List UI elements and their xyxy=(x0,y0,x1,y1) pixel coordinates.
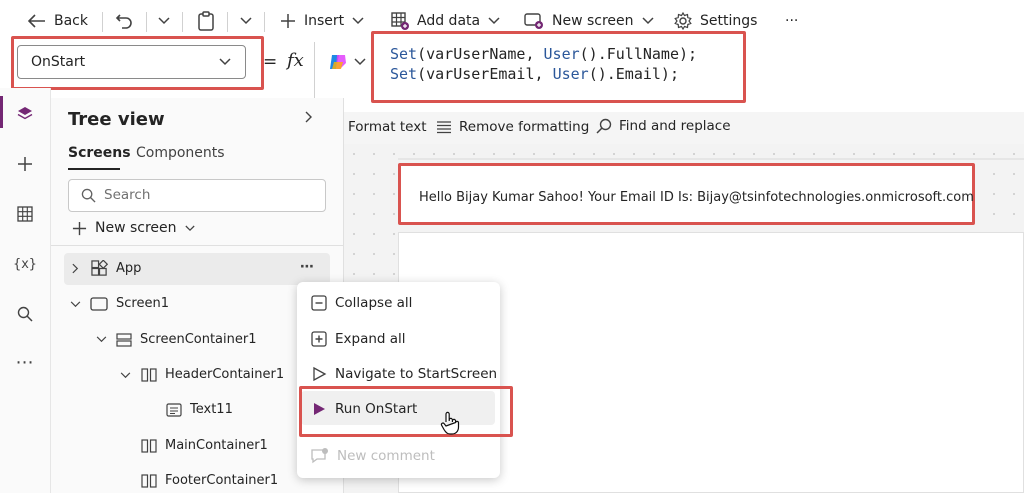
tab-screens[interactable]: Screens xyxy=(68,145,131,161)
undo-icon xyxy=(115,12,133,30)
menu-new-comment: New comment xyxy=(311,448,435,464)
search-icon xyxy=(17,306,33,322)
more-options-button[interactable]: ··· xyxy=(785,0,798,42)
app-icon xyxy=(91,260,108,277)
run-onstart-highlight-box xyxy=(299,386,513,437)
header-text-label[interactable]: Hello Bijay Kumar Sahoo! Your Email ID I… xyxy=(419,190,974,205)
equals-sign: = xyxy=(263,52,278,72)
chevron-down-icon[interactable] xyxy=(120,372,131,379)
tree-view-title: Tree view xyxy=(68,109,165,130)
tree-node-header-container[interactable]: HeaderContainer1 xyxy=(141,367,284,382)
rail-search[interactable] xyxy=(0,294,50,334)
horizontal-container-icon xyxy=(141,438,157,453)
app-more-options[interactable]: ⋯ xyxy=(300,259,314,275)
search-placeholder: Search xyxy=(104,187,151,203)
tree-new-screen-button[interactable]: New screen xyxy=(72,220,195,236)
expand-icon xyxy=(311,331,327,347)
rail-variables[interactable]: {x} xyxy=(0,244,50,284)
copilot-button[interactable] xyxy=(328,52,366,72)
clipboard-icon xyxy=(197,11,215,31)
tab-underline xyxy=(68,168,120,170)
chevron-down-icon xyxy=(642,17,654,25)
chevron-down-icon[interactable] xyxy=(70,301,81,308)
search-icon xyxy=(596,118,612,134)
play-outline-icon xyxy=(311,366,327,382)
chevron-down-icon xyxy=(352,17,364,25)
chevron-down-icon xyxy=(488,17,500,25)
more-icon: ⋯ xyxy=(15,351,35,373)
chevron-down-icon xyxy=(158,17,170,25)
hand-cursor-icon xyxy=(440,411,460,435)
vertical-container-icon xyxy=(116,332,132,347)
canvas-top-edge xyxy=(398,158,1024,160)
gear-icon xyxy=(674,12,692,30)
chevron-down-icon xyxy=(240,17,252,25)
chevron-down-icon[interactable] xyxy=(96,336,107,343)
menu-collapse-all[interactable]: Collapse all xyxy=(311,295,412,311)
plus-icon xyxy=(17,156,33,172)
tree-search-box[interactable]: Search xyxy=(68,179,326,212)
table-icon xyxy=(17,206,33,222)
horizontal-container-icon xyxy=(141,367,157,382)
tree-node-screen-container[interactable]: ScreenContainer1 xyxy=(116,332,257,347)
rail-data[interactable] xyxy=(0,194,50,234)
find-replace-button[interactable]: Find and replace xyxy=(596,118,731,134)
chevron-down-icon xyxy=(354,58,366,66)
tree-node-footer-container[interactable]: FooterContainer1 xyxy=(141,473,278,488)
tree-node-screen1[interactable]: Screen1 xyxy=(90,296,169,311)
screen-icon xyxy=(90,296,108,311)
toolbar-separator xyxy=(146,12,147,32)
left-rail: {x} ⋯ xyxy=(0,88,51,493)
screen-add-icon xyxy=(524,12,544,30)
insert-button[interactable]: Insert xyxy=(280,0,364,42)
code-highlight-box xyxy=(371,31,746,103)
toolbar-separator xyxy=(182,12,183,32)
rail-more[interactable]: ⋯ xyxy=(0,342,50,382)
horizontal-container-icon xyxy=(141,473,157,488)
fx-label: fx xyxy=(287,50,304,71)
toolbar-separator xyxy=(227,12,228,32)
search-icon xyxy=(81,188,96,203)
plus-icon xyxy=(72,221,87,236)
variables-icon: {x} xyxy=(13,256,37,272)
text-label-icon xyxy=(166,402,182,417)
chevron-down-icon xyxy=(184,225,195,232)
collapse-icon xyxy=(311,295,327,311)
back-arrow-icon xyxy=(28,14,46,28)
remove-formatting-button[interactable]: Remove formatting xyxy=(436,119,589,135)
tree-divider xyxy=(51,245,343,246)
layers-icon xyxy=(16,105,34,123)
tab-components[interactable]: Components xyxy=(136,145,225,161)
rail-insert[interactable] xyxy=(0,144,50,184)
menu-expand-all[interactable]: Expand all xyxy=(311,331,406,347)
tree-node-main-container[interactable]: MainContainer1 xyxy=(141,438,268,453)
tree-node-text11[interactable]: Text11 xyxy=(166,402,233,417)
copilot-icon xyxy=(328,52,348,72)
tree-app-label-group: App xyxy=(91,260,141,277)
table-add-icon xyxy=(391,12,409,30)
chevron-right-icon[interactable] xyxy=(72,263,79,274)
chevron-right-icon xyxy=(305,111,313,123)
toolbar-separator xyxy=(102,12,103,32)
property-highlight-box xyxy=(11,36,264,90)
toolbar-separator xyxy=(264,12,265,32)
collapse-panel-button[interactable] xyxy=(305,111,313,123)
menu-navigate-start-screen[interactable]: Navigate to StartScreen xyxy=(311,366,497,382)
rail-tree-view[interactable] xyxy=(0,94,50,134)
comment-add-icon xyxy=(311,448,329,464)
plus-icon xyxy=(280,13,296,29)
lines-icon xyxy=(436,120,452,134)
